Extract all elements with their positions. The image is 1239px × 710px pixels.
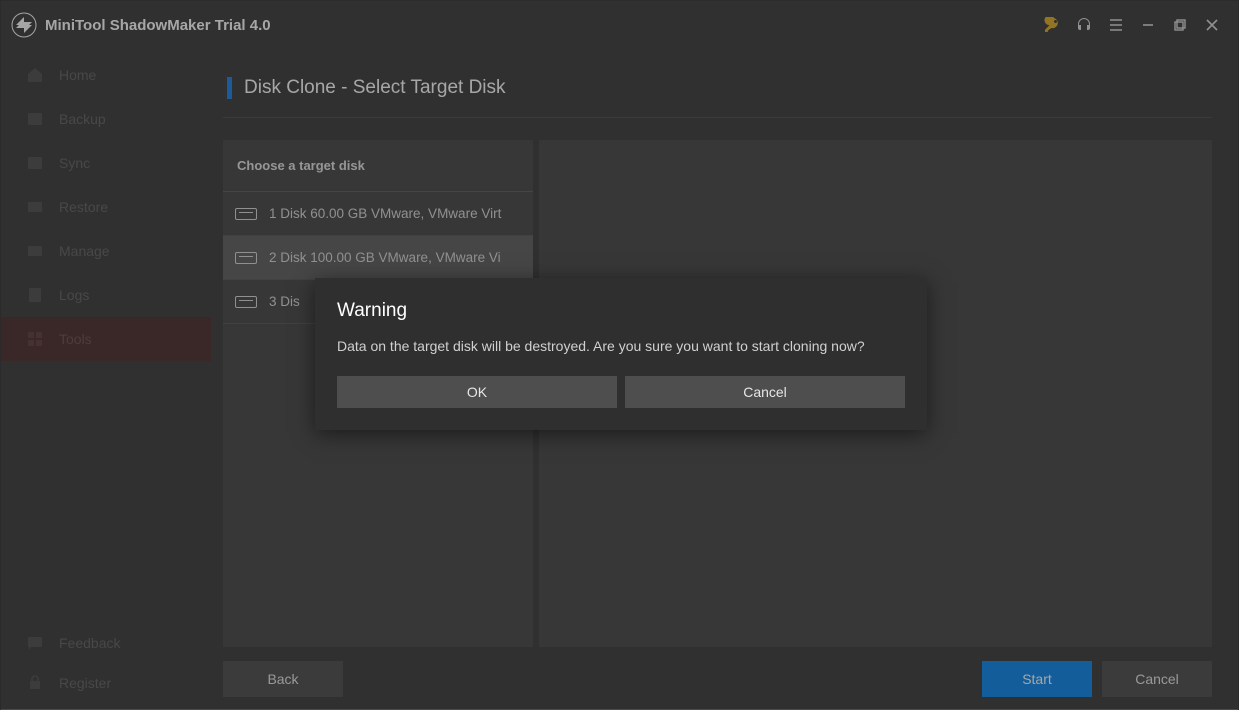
logs-icon — [25, 285, 45, 305]
page-title-text: Disk Clone - Select Target Disk — [244, 77, 506, 99]
minimize-button[interactable] — [1132, 9, 1164, 41]
backup-icon — [25, 109, 45, 129]
start-button[interactable]: Start — [982, 661, 1092, 697]
manage-icon — [25, 241, 45, 261]
sidebar-nav: Home Backup Sync Restore Manage — [1, 49, 211, 361]
cancel-button[interactable]: Cancel — [1102, 661, 1212, 697]
disk-icon — [235, 208, 257, 220]
sidebar-item-label: Home — [59, 67, 96, 83]
sync-icon — [25, 153, 45, 173]
register-icon — [25, 673, 45, 693]
sidebar-item-label: Restore — [59, 199, 108, 215]
back-button[interactable]: Back — [223, 661, 343, 697]
sidebar-bottom: Feedback Register — [1, 623, 211, 710]
disk-item-label: 3 Dis — [269, 294, 300, 309]
dialog-title: Warning — [337, 300, 905, 322]
sidebar-item-logs[interactable]: Logs — [1, 273, 211, 317]
tools-icon — [25, 329, 45, 349]
disk-item-label: 2 Disk 100.00 GB VMware, VMware Vi — [269, 250, 501, 265]
key-icon[interactable] — [1036, 9, 1068, 41]
disk-item[interactable]: 1 Disk 60.00 GB VMware, VMware Virt — [223, 192, 533, 236]
sidebar-item-manage[interactable]: Manage — [1, 229, 211, 273]
page-title: Disk Clone - Select Target Disk — [223, 69, 1212, 118]
sidebar-item-label: Logs — [59, 287, 89, 303]
disk-item-label: 1 Disk 60.00 GB VMware, VMware Virt — [269, 206, 501, 221]
sidebar-item-label: Backup — [59, 111, 106, 127]
sidebar-item-label: Register — [59, 675, 111, 691]
restore-icon — [25, 197, 45, 217]
sidebar: Home Backup Sync Restore Manage — [1, 49, 211, 710]
sidebar-item-label: Feedback — [59, 635, 120, 651]
sidebar-item-backup[interactable]: Backup — [1, 97, 211, 141]
sidebar-item-sync[interactable]: Sync — [1, 141, 211, 185]
close-button[interactable] — [1196, 9, 1228, 41]
sidebar-item-label: Tools — [59, 331, 92, 347]
home-icon — [25, 65, 45, 85]
disk-icon — [235, 296, 257, 308]
app-title: MiniTool ShadowMaker Trial 4.0 — [45, 17, 271, 34]
disk-icon — [235, 252, 257, 264]
dialog-ok-button[interactable]: OK — [337, 376, 617, 408]
sidebar-item-tools[interactable]: Tools — [1, 317, 211, 361]
dialog-buttons: OK Cancel — [337, 376, 905, 408]
sidebar-item-label: Manage — [59, 243, 110, 259]
app-window: MiniTool ShadowMaker Trial 4.0 Home — [0, 0, 1239, 710]
sidebar-item-home[interactable]: Home — [1, 53, 211, 97]
dialog-message: Data on the target disk will be destroye… — [337, 338, 905, 354]
warning-dialog: Warning Data on the target disk will be … — [315, 278, 927, 430]
headphones-icon[interactable] — [1068, 9, 1100, 41]
footer-buttons: Back Start Cancel — [223, 647, 1212, 697]
sidebar-item-label: Sync — [59, 155, 90, 171]
accent-bar — [227, 77, 232, 99]
dialog-cancel-button[interactable]: Cancel — [625, 376, 905, 408]
titlebar: MiniTool ShadowMaker Trial 4.0 — [1, 1, 1238, 49]
sidebar-item-restore[interactable]: Restore — [1, 185, 211, 229]
disk-item[interactable]: 2 Disk 100.00 GB VMware, VMware Vi — [223, 236, 533, 280]
maximize-button[interactable] — [1164, 9, 1196, 41]
menu-icon[interactable] — [1100, 9, 1132, 41]
sidebar-item-register[interactable]: Register — [1, 663, 211, 703]
panel-header: Choose a target disk — [223, 140, 533, 192]
sidebar-item-feedback[interactable]: Feedback — [1, 623, 211, 663]
feedback-icon — [25, 633, 45, 653]
app-logo-icon — [11, 12, 37, 38]
